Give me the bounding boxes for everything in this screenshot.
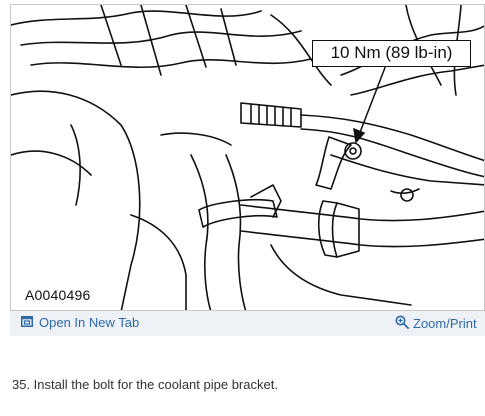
open-in-new-tab-label: Open In New Tab <box>39 315 140 330</box>
coolant-pipe-bracket-illustration: 10 Nm (89 lb-in) A0040496 <box>10 4 485 311</box>
figure-card: 10 Nm (89 lb-in) A0040496 Open In New Ta… <box>10 4 485 336</box>
torque-callout: 10 Nm (89 lb-in) <box>312 40 471 67</box>
open-in-new-tab-link[interactable]: Open In New Tab <box>21 315 139 330</box>
zoom-print-link[interactable]: Zoom/Print <box>395 315 477 332</box>
step-instruction: 35. Install the bolt for the coolant pip… <box>12 377 278 392</box>
zoom-icon <box>395 315 409 332</box>
figure-id-label: A0040496 <box>25 287 91 303</box>
open-tab-icon <box>21 315 33 330</box>
figure-action-bar: Open In New Tab Zoom/Print <box>10 311 485 336</box>
zoom-print-label: Zoom/Print <box>413 316 477 331</box>
